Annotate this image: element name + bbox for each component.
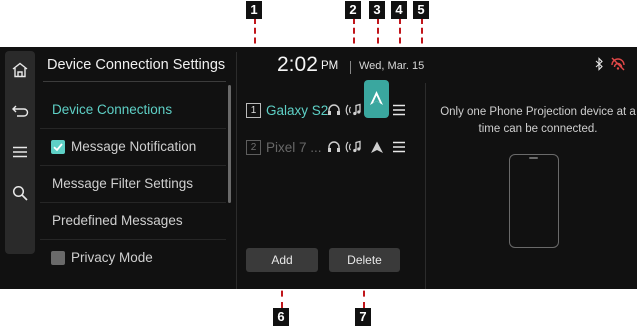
callout-1: 1 (246, 1, 262, 19)
home-icon[interactable] (5, 58, 35, 82)
panel-divider (236, 52, 237, 289)
device-name[interactable]: Pixel 7 ... (266, 140, 322, 155)
menu-item-label: Privacy Mode (71, 250, 153, 265)
checkbox-checked-icon[interactable] (51, 139, 65, 154)
handsfree-icon[interactable] (324, 99, 344, 121)
handsfree-icon[interactable] (324, 136, 344, 158)
more-options-icon[interactable] (389, 99, 409, 121)
menu-item-message-notification[interactable]: Message Notification (40, 128, 226, 166)
device-name[interactable]: Galaxy S2 (266, 103, 328, 118)
signal-off-icon (609, 56, 627, 76)
phone-outline-icon (509, 154, 559, 248)
menu-item-label: Predefined Messages (52, 213, 183, 228)
more-options-icon[interactable] (389, 136, 409, 158)
back-icon[interactable] (5, 99, 35, 123)
date-label: Wed, Mar. 15 (359, 60, 425, 72)
phone-projection-icon[interactable] (367, 136, 387, 158)
device-number: 1 (246, 102, 261, 118)
add-button[interactable]: Add (246, 248, 318, 272)
clock-time: 2:02 (277, 53, 318, 76)
header-divider (43, 81, 226, 82)
menu-item-label: Message Notification (71, 139, 197, 154)
checkbox-unchecked-icon[interactable] (51, 250, 65, 265)
menu-item-label: Device Connections (52, 102, 173, 117)
search-icon[interactable] (5, 181, 35, 205)
callout-5: 5 (413, 1, 429, 19)
phone-projection-button-active[interactable] (364, 80, 389, 118)
callout-6: 6 (273, 308, 289, 326)
callout-3: 3 (369, 1, 385, 19)
info-divider (425, 83, 426, 289)
callout-2: 2 (345, 1, 361, 19)
menu-item-privacy-mode[interactable]: Privacy Mode (40, 239, 226, 276)
page-title: Device Connection Settings (47, 57, 226, 73)
device-number: 2 (246, 139, 261, 155)
audio-streaming-icon[interactable] (345, 99, 365, 121)
bluetooth-icon (594, 57, 606, 76)
infotainment-screen: Device Connection Settings 2:02 PM Wed, … (0, 47, 637, 289)
callout-7: 7 (355, 308, 371, 326)
projection-info-text: Only one Phone Projection device at a ti… (438, 104, 637, 138)
clock-ampm: PM (321, 60, 339, 72)
side-rail (5, 51, 35, 254)
menu-item-message-filter-settings[interactable]: Message Filter Settings (40, 165, 226, 203)
menu-scrollbar[interactable] (228, 85, 231, 203)
menu-item-device-connections[interactable]: Device Connections (40, 91, 226, 129)
menu-item-label: Message Filter Settings (52, 176, 194, 191)
menu-item-predefined-messages[interactable]: Predefined Messages (40, 202, 226, 240)
time-divider (350, 61, 351, 74)
delete-button[interactable]: Delete (329, 248, 400, 272)
info-line-1: Only one Phone Projection device at a (440, 106, 636, 118)
info-line-2: time can be connected. (478, 123, 598, 135)
callout-4: 4 (391, 1, 407, 19)
menu-icon[interactable] (5, 140, 35, 164)
audio-streaming-icon[interactable] (345, 136, 365, 158)
